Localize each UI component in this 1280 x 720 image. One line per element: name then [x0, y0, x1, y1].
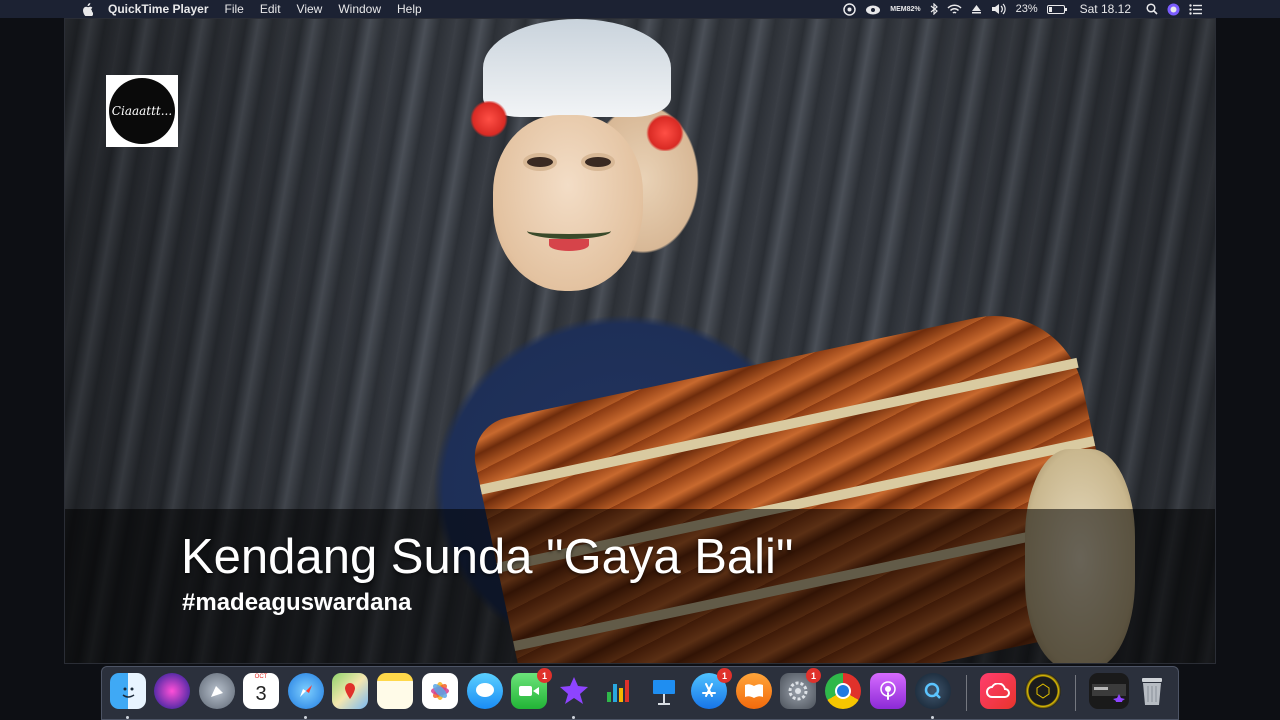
battery-percent[interactable]: 23% [1016, 0, 1038, 18]
wifi-icon[interactable] [947, 0, 962, 18]
app-store-icon[interactable]: 1 [691, 668, 732, 709]
finder-icon[interactable] [110, 673, 146, 709]
podcasts-icon[interactable] [870, 673, 906, 709]
creative-cloud-icon[interactable] [980, 673, 1016, 709]
maps-icon[interactable] [332, 673, 368, 709]
memory-value: 82% [906, 5, 921, 13]
notes-icon[interactable] [377, 673, 413, 709]
system-preferences-icon[interactable]: 1 [780, 668, 821, 709]
facetime-icon[interactable]: 1 [511, 668, 552, 709]
memory-label: MEM [890, 5, 907, 13]
numbers-icon[interactable] [601, 673, 637, 709]
siri-menu-icon[interactable] [1167, 0, 1180, 18]
calendar-icon[interactable]: OCT 3 [243, 673, 279, 709]
airplay-icon[interactable] [971, 0, 982, 18]
launchpad-icon[interactable] [199, 673, 235, 709]
calendar-day: 3 [255, 682, 267, 705]
keynote-icon[interactable] [646, 673, 682, 709]
memory-status[interactable]: MEM 82% [890, 0, 920, 18]
app-menu[interactable]: QuickTime Player [96, 0, 217, 18]
siri-icon[interactable] [154, 673, 190, 709]
app-store-badge: 1 [717, 668, 732, 683]
spotlight-search-icon[interactable] [1146, 0, 1158, 18]
facetime-badge: 1 [537, 668, 552, 683]
system-preferences-badge: 1 [806, 668, 821, 683]
safari-icon[interactable] [288, 673, 324, 709]
photo-app-icon[interactable] [1025, 673, 1061, 709]
messages-icon[interactable] [467, 673, 503, 709]
photos-icon[interactable] [422, 673, 458, 709]
volume-icon[interactable] [991, 0, 1007, 18]
dock: OCT 3 1 1 1 [101, 666, 1179, 720]
menu-window[interactable]: Window [330, 0, 389, 18]
menu-bar: QuickTime Player File Edit View Window H… [0, 0, 1280, 18]
dock-separator [966, 675, 967, 711]
menu-help[interactable]: Help [389, 0, 430, 18]
apple-menu-icon[interactable] [78, 0, 96, 18]
cloud-sync-icon[interactable] [865, 0, 881, 18]
clock[interactable]: Sat 18.12 [1080, 0, 1131, 18]
logo-text: Ciaaattt... [109, 78, 175, 144]
bali-mask-face [493, 115, 643, 291]
activity-monitor-icon[interactable] [843, 0, 856, 18]
caption-banner: Kendang Sunda "Gaya Bali" #madeaguswarda… [65, 509, 1215, 663]
menu-file[interactable]: File [217, 0, 252, 18]
caption-hashtag: #madeaguswardana [182, 589, 412, 616]
menu-view[interactable]: View [289, 0, 331, 18]
red-flower-left [469, 101, 509, 137]
white-headwrap [483, 19, 671, 117]
imovie-icon[interactable] [556, 673, 592, 709]
books-icon[interactable] [736, 673, 772, 709]
trash-icon[interactable] [1134, 673, 1170, 709]
calendar-month: OCT [254, 674, 268, 680]
screen-video-icon[interactable] [1089, 673, 1129, 709]
video-player[interactable]: Ciaaattt... Kendang Sunda "Gaya Bali" #m… [64, 18, 1216, 664]
battery-icon[interactable] [1046, 0, 1067, 18]
red-flower-right [645, 115, 685, 151]
chrome-icon[interactable] [825, 673, 861, 709]
channel-logo: Ciaaattt... [106, 75, 178, 147]
menu-edit[interactable]: Edit [252, 0, 289, 18]
dock-separator-2 [1075, 675, 1076, 711]
bluetooth-icon[interactable] [930, 0, 938, 18]
notification-center-icon[interactable] [1189, 0, 1202, 18]
quicktime-icon[interactable] [915, 673, 951, 709]
caption-title: Kendang Sunda "Gaya Bali" [181, 530, 794, 584]
